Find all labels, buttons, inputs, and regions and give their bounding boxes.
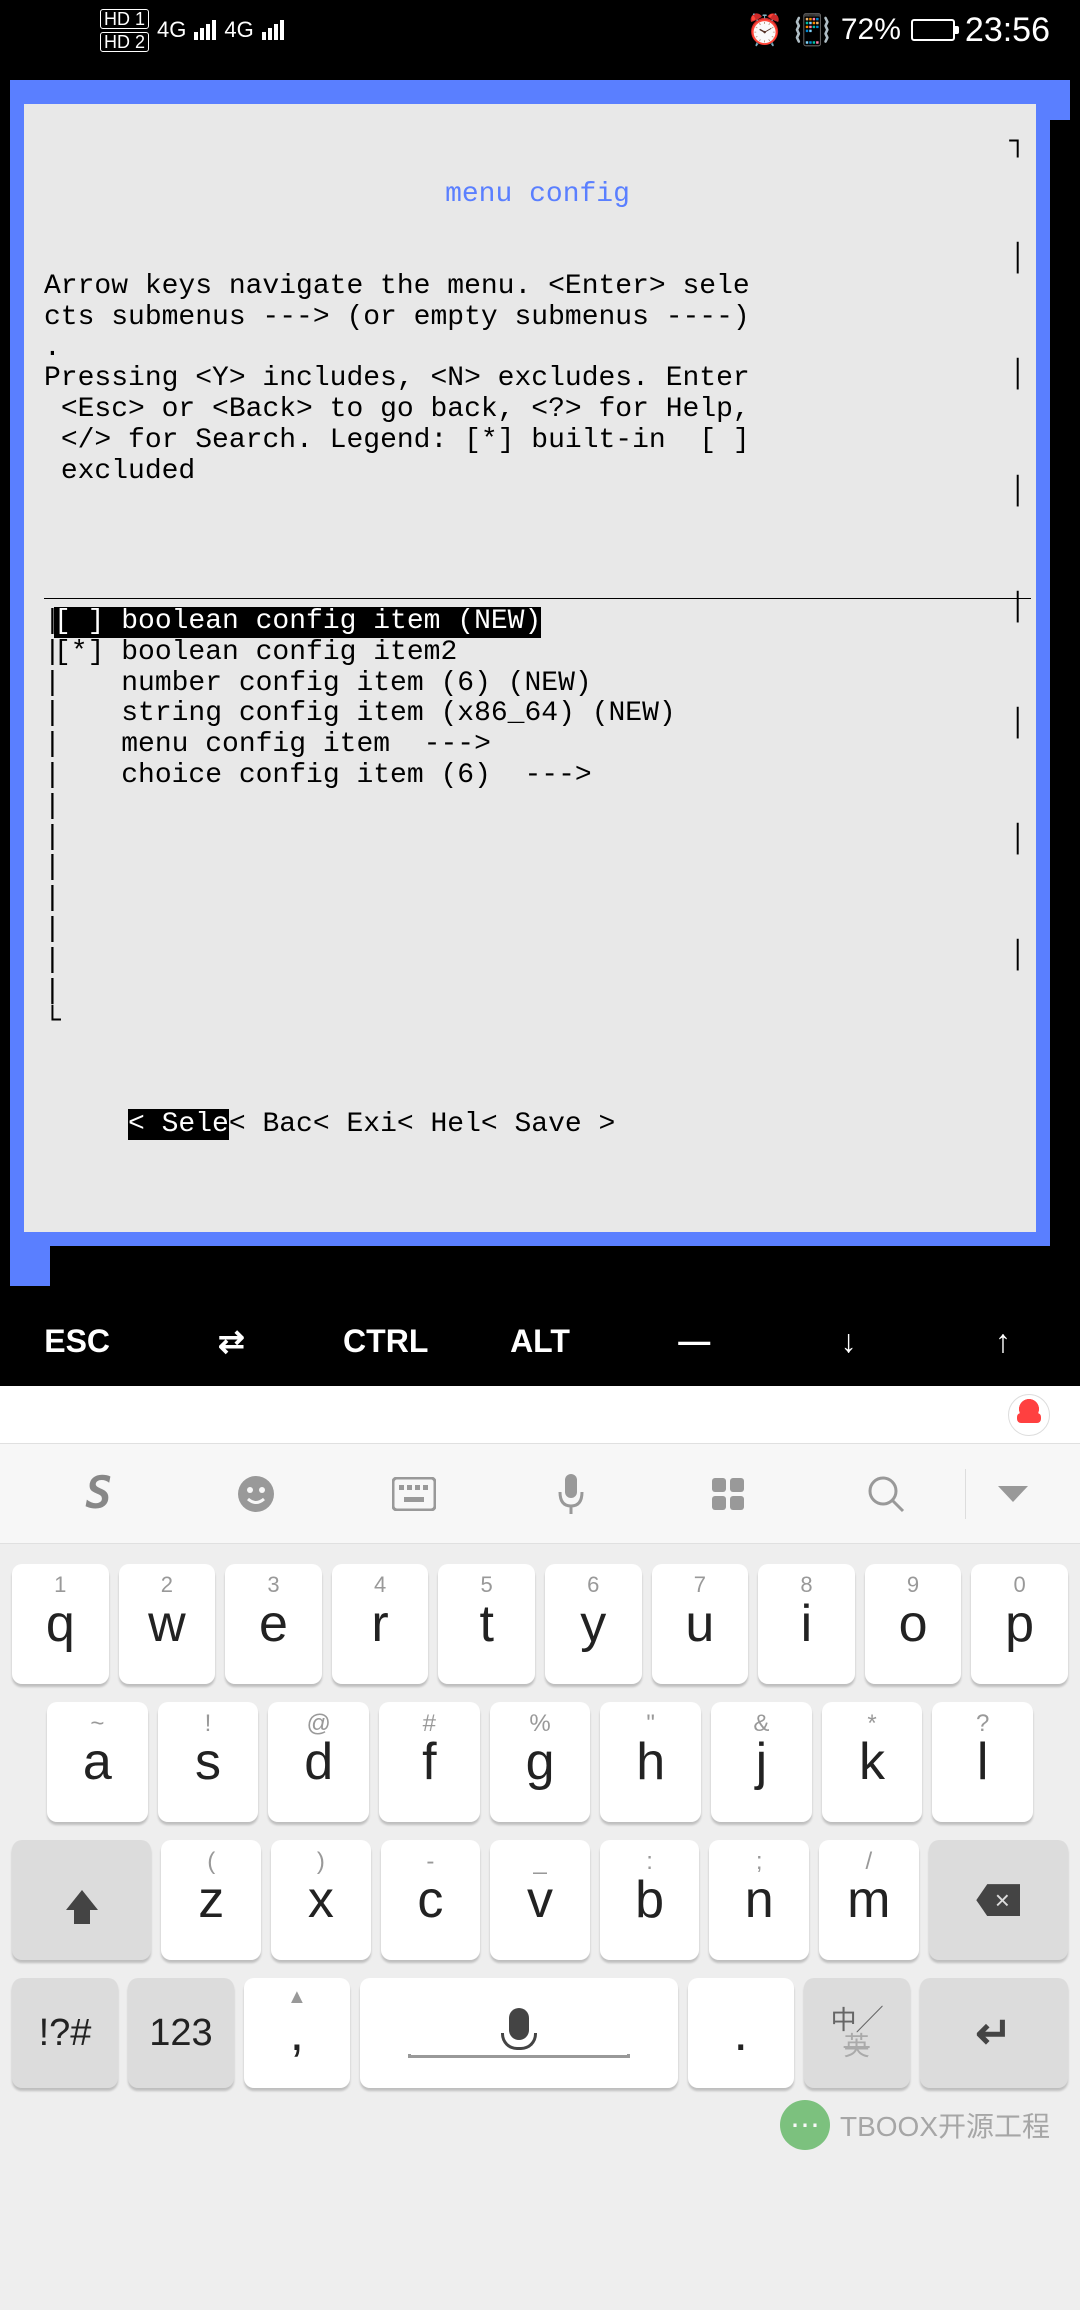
ime-toolbar: S — [0, 1444, 1080, 1544]
search-icon[interactable] — [807, 1473, 964, 1515]
grid-icon[interactable] — [650, 1474, 807, 1514]
down-arrow-key[interactable]: ↓ — [771, 1323, 925, 1360]
key-n[interactable]: ;n — [709, 1840, 809, 1960]
key-j[interactable]: &j — [711, 1702, 812, 1822]
battery-icon — [911, 19, 955, 41]
signal1-icon — [194, 20, 216, 40]
menu-item-1[interactable]: [*] boolean config item2 — [54, 638, 457, 669]
network1-label: 4G — [157, 17, 186, 43]
backspace-icon — [976, 1884, 1020, 1916]
backspace-key[interactable] — [929, 1840, 1068, 1960]
key-x[interactable]: )x — [271, 1840, 371, 1960]
menu-help-text: Arrow keys navigate the menu. <Enter> se… — [44, 272, 1031, 488]
key-m[interactable]: /m — [819, 1840, 919, 1960]
language-key[interactable]: 中╱英 — [804, 1978, 910, 2088]
key-s[interactable]: !s — [158, 1702, 259, 1822]
key-l[interactable]: ?l — [932, 1702, 1033, 1822]
esc-key[interactable]: ESC — [0, 1323, 154, 1360]
menu-list[interactable]: |[ ] boolean config item (NEW)|[*] boole… — [44, 598, 1031, 1038]
status-bar: HD 1 HD 2 4G 4G ⏰ 📳 72% 23:56 — [0, 0, 1080, 60]
wechat-icon: ⋯ — [780, 2100, 830, 2150]
up-arrow-key[interactable]: ↑ — [926, 1323, 1080, 1360]
extra-keys-row: ESC ⇄ CTRL ALT — ↓ ↑ — [0, 1296, 1080, 1386]
menuconfig-window[interactable]: menu config Arrow keys navigate the menu… — [24, 104, 1036, 1232]
alarm-icon: ⏰ — [746, 13, 783, 48]
ime-switch-icon: ▲ — [287, 1986, 307, 2009]
key-p[interactable]: 0p — [971, 1564, 1068, 1684]
ime-avatar-icon[interactable] — [1008, 1394, 1050, 1436]
menu-bottom-bar[interactable]: < Sele< Bac< Exi< Hel< Save > — [44, 1110, 1031, 1141]
key-i[interactable]: 8i — [758, 1564, 855, 1684]
terminal-area[interactable]: menu config Arrow keys navigate the menu… — [0, 60, 1080, 1296]
select-button[interactable]: < Sele — [128, 1109, 229, 1140]
key-r[interactable]: 4r — [332, 1564, 429, 1684]
menu-title: menu config — [44, 180, 1031, 211]
numbers-key[interactable]: 123 — [128, 1978, 234, 2088]
network2-label: 4G — [224, 17, 253, 43]
alt-key[interactable]: ALT — [463, 1323, 617, 1360]
key-w[interactable]: 2w — [119, 1564, 216, 1684]
period-key[interactable]: . — [688, 1978, 794, 2088]
watermark-text: TBOOX开源工程 — [840, 2105, 1050, 2145]
hd2-badge: HD 2 — [100, 32, 149, 52]
key-b[interactable]: :b — [600, 1840, 700, 1960]
enter-key[interactable]: ↵ — [920, 1978, 1068, 2088]
key-v[interactable]: _v — [490, 1840, 590, 1960]
space-key[interactable] — [360, 1978, 678, 2088]
mic-icon[interactable] — [492, 1472, 649, 1516]
ctrl-key[interactable]: CTRL — [309, 1323, 463, 1360]
key-d[interactable]: @d — [268, 1702, 369, 1822]
collapse-keyboard-icon[interactable] — [966, 1484, 1060, 1504]
dash-key[interactable]: — — [617, 1323, 771, 1360]
key-e[interactable]: 3e — [225, 1564, 322, 1684]
ime-header — [0, 1386, 1080, 1444]
menu-item-5[interactable]: choice config item (6) ---> — [54, 761, 592, 792]
key-c[interactable]: -c — [381, 1840, 481, 1960]
shift-icon — [66, 1890, 98, 1910]
bottom-buttons-rest[interactable]: < Bac< Exi< Hel< Save > — [229, 1109, 615, 1140]
key-h[interactable]: "h — [600, 1702, 701, 1822]
key-y[interactable]: 6y — [545, 1564, 642, 1684]
keyboard-settings-icon[interactable] — [335, 1477, 492, 1511]
key-t[interactable]: 5t — [438, 1564, 535, 1684]
soft-keyboard: 1q2w3e4r5t6y7u8i9o0p ~a!s@d#f%g"h&j*k?l … — [0, 1544, 1080, 2310]
enter-icon: ↵ — [975, 2008, 1012, 2059]
key-a[interactable]: ~a — [47, 1702, 148, 1822]
key-u[interactable]: 7u — [652, 1564, 749, 1684]
battery-pct: 72% — [841, 13, 901, 47]
menu-item-3[interactable]: string config item (x86_64) (NEW) — [54, 699, 676, 730]
hd1-badge: HD 1 — [100, 9, 149, 29]
tab-key[interactable]: ⇄ — [154, 1322, 308, 1360]
mic-icon — [509, 2008, 529, 2040]
key-q[interactable]: 1q — [12, 1564, 109, 1684]
key-f[interactable]: #f — [379, 1702, 480, 1822]
menu-item-4[interactable]: menu config item ---> — [54, 730, 491, 761]
key-k[interactable]: *k — [822, 1702, 923, 1822]
signal2-icon — [262, 20, 284, 40]
shift-key[interactable] — [12, 1840, 151, 1960]
window-border-right: ┐│││││││ — [1009, 128, 1026, 972]
comma-key[interactable]: ▲ , — [244, 1978, 350, 2088]
watermark: ⋯ TBOOX开源工程 — [780, 2100, 1050, 2150]
emoji-icon[interactable] — [177, 1474, 334, 1514]
clock: 23:56 — [965, 11, 1050, 50]
menu-item-0[interactable]: [ ] boolean config item (NEW) — [54, 607, 541, 638]
symbols-key[interactable]: !?# — [12, 1978, 118, 2088]
menu-item-2[interactable]: number config item (6) (NEW) — [54, 669, 592, 700]
key-z[interactable]: (z — [161, 1840, 261, 1960]
key-g[interactable]: %g — [490, 1702, 591, 1822]
vibrate-icon: 📳 — [794, 13, 831, 48]
sogou-logo-icon[interactable]: S — [20, 1468, 177, 1519]
key-o[interactable]: 9o — [865, 1564, 962, 1684]
